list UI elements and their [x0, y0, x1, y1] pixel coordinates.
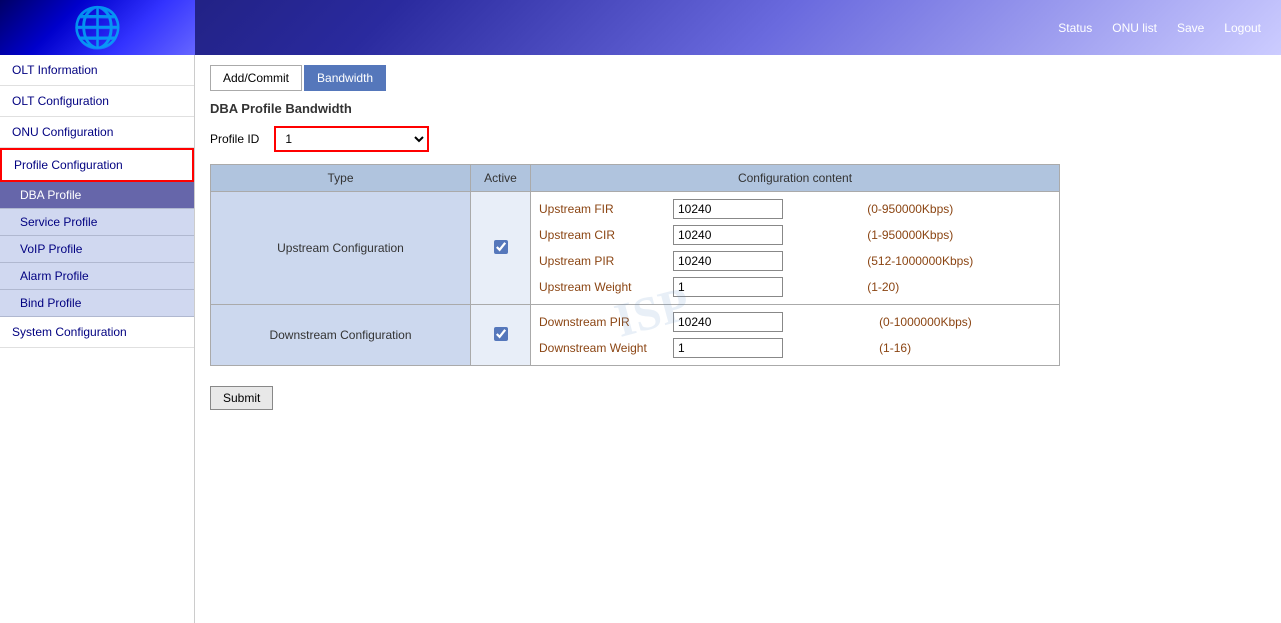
upstream-fir-label: Upstream FIR: [539, 196, 669, 222]
upstream-pir-input[interactable]: [673, 251, 783, 271]
downstream-fields: Downstream PIR (0-1000000Kbps) Downstrea…: [539, 309, 1051, 361]
upstream-active-cell: [471, 192, 531, 305]
downstream-content-cell: Downstream PIR (0-1000000Kbps) Downstrea…: [531, 305, 1060, 366]
upstream-fir-row: Upstream FIR (0-950000Kbps): [539, 196, 1051, 222]
upstream-pir-range: (512-1000000Kbps): [863, 248, 1051, 274]
upstream-fields: Upstream FIR (0-950000Kbps) Upstream CIR: [539, 196, 1051, 300]
downstream-pir-input[interactable]: [673, 312, 783, 332]
sidebar-olt-configuration[interactable]: OLT Configuration: [0, 86, 194, 117]
downstream-pir-input-cell: [669, 309, 875, 335]
tab-bandwidth[interactable]: Bandwidth: [304, 65, 386, 91]
downstream-type-cell: Downstream Configuration: [211, 305, 471, 366]
submit-button[interactable]: Submit: [210, 386, 273, 410]
sidebar: OLT Information OLT Configuration ONU Co…: [0, 55, 195, 623]
upstream-row: Upstream Configuration Upstream FIR (0-9…: [211, 192, 1060, 305]
status-link[interactable]: Status: [1058, 21, 1092, 35]
upstream-type-cell: Upstream Configuration: [211, 192, 471, 305]
sidebar-onu-configuration[interactable]: ONU Configuration: [0, 117, 194, 148]
upstream-weight-row: Upstream Weight (1-20): [539, 274, 1051, 300]
upstream-pir-label: Upstream PIR: [539, 248, 669, 274]
downstream-weight-input-cell: [669, 335, 875, 361]
downstream-active-cell: [471, 305, 531, 366]
main-content: ISP Add/Commit Bandwidth DBA Profile Ban…: [195, 55, 1281, 623]
submit-row: Submit: [210, 376, 1266, 410]
page-title: DBA Profile Bandwidth: [210, 101, 1266, 116]
upstream-fir-input-cell: [669, 196, 863, 222]
downstream-pir-label: Downstream PIR: [539, 309, 669, 335]
upstream-weight-label: Upstream Weight: [539, 274, 669, 300]
sidebar-olt-information[interactable]: OLT Information: [0, 55, 194, 86]
upstream-cir-input[interactable]: [673, 225, 783, 245]
upstream-weight-range: (1-20): [863, 274, 1051, 300]
downstream-pir-range: (0-1000000Kbps): [875, 309, 1051, 335]
tab-bar: Add/Commit Bandwidth: [210, 65, 1266, 91]
sidebar-system-configuration[interactable]: System Configuration: [0, 317, 194, 348]
upstream-active-checkbox[interactable]: [494, 240, 508, 254]
sidebar-bind-profile[interactable]: Bind Profile: [0, 290, 194, 317]
upstream-fir-input[interactable]: [673, 199, 783, 219]
sidebar-dba-profile[interactable]: DBA Profile: [0, 182, 194, 209]
downstream-pir-row: Downstream PIR (0-1000000Kbps): [539, 309, 1051, 335]
col-content: Configuration content: [531, 165, 1060, 192]
config-table: Type Active Configuration content Upstre…: [210, 164, 1060, 366]
upstream-pir-input-cell: [669, 248, 863, 274]
upstream-pir-row: Upstream PIR (512-1000000Kbps): [539, 248, 1051, 274]
upstream-content-cell: Upstream FIR (0-950000Kbps) Upstream CIR: [531, 192, 1060, 305]
header: Status ONU list Save Logout: [0, 0, 1281, 55]
downstream-weight-input[interactable]: [673, 338, 783, 358]
upstream-cir-row: Upstream CIR (1-950000Kbps): [539, 222, 1051, 248]
profile-id-row: Profile ID 1: [210, 126, 1266, 152]
downstream-weight-row: Downstream Weight (1-16): [539, 335, 1051, 361]
logout-link[interactable]: Logout: [1224, 21, 1261, 35]
header-logo: [0, 0, 195, 55]
sidebar-profile-configuration[interactable]: Profile Configuration: [0, 148, 194, 182]
sidebar-service-profile[interactable]: Service Profile: [0, 209, 194, 236]
sidebar-alarm-profile[interactable]: Alarm Profile: [0, 263, 194, 290]
upstream-fir-range: (0-950000Kbps): [863, 196, 1051, 222]
col-type: Type: [211, 165, 471, 192]
upstream-weight-input-cell: [669, 274, 863, 300]
layout: OLT Information OLT Configuration ONU Co…: [0, 55, 1281, 623]
profile-id-label: Profile ID: [210, 132, 259, 146]
downstream-weight-label: Downstream Weight: [539, 335, 669, 361]
tab-add-commit[interactable]: Add/Commit: [210, 65, 302, 91]
sidebar-voip-profile[interactable]: VoIP Profile: [0, 236, 194, 263]
upstream-weight-input[interactable]: [673, 277, 783, 297]
upstream-cir-range: (1-950000Kbps): [863, 222, 1051, 248]
downstream-active-checkbox[interactable]: [494, 327, 508, 341]
onu-list-link[interactable]: ONU list: [1112, 21, 1157, 35]
col-active: Active: [471, 165, 531, 192]
downstream-weight-range: (1-16): [875, 335, 1051, 361]
save-link[interactable]: Save: [1177, 21, 1204, 35]
upstream-cir-input-cell: [669, 222, 863, 248]
upstream-cir-label: Upstream CIR: [539, 222, 669, 248]
downstream-row: Downstream Configuration Downstream PIR …: [211, 305, 1060, 366]
header-nav: Status ONU list Save Logout: [1058, 21, 1261, 35]
profile-id-select[interactable]: 1: [274, 126, 429, 152]
